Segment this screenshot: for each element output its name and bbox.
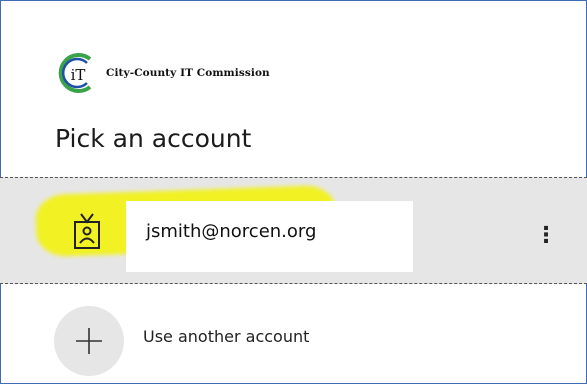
plus-glyph-icon: [76, 328, 102, 354]
org-logo-icon: iT: [58, 53, 92, 93]
badge-icon: [74, 213, 100, 249]
frame-border-top: [0, 0, 587, 1]
logo-letters: iT: [71, 66, 86, 84]
use-another-account-label[interactable]: Use another account: [143, 327, 309, 346]
account-email: jsmith@norcen.org: [146, 221, 317, 242]
plus-icon[interactable]: [54, 306, 124, 376]
more-options-button[interactable]: ⋮: [534, 218, 558, 254]
page-title: Pick an account: [55, 124, 252, 153]
org-name: City-County IT Commission: [106, 67, 270, 79]
account-email-box[interactable]: jsmith@norcen.org: [126, 201, 413, 272]
org-logo: iT City-County IT Commission: [54, 51, 354, 95]
